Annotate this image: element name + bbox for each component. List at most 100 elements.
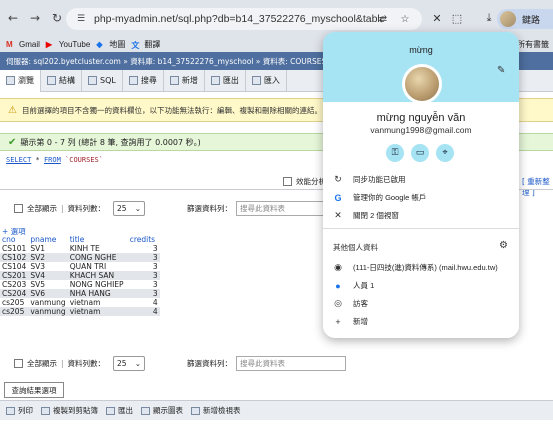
download-icon[interactable]: ⤓ [482,11,496,25]
cell: CS101 [0,244,29,253]
extensions-icon[interactable]: ⬚ [450,11,464,25]
rows-select[interactable]: 25 ⌄ [113,201,146,216]
cell: CS201 [0,271,29,280]
profile-item[interactable]: ◉ (111-日四技(進)資料傳系) (mail.hwu.edu.tw) [333,262,498,273]
tab-browse[interactable]: 瀏覽 [0,69,41,92]
export-button[interactable]: 匯出 [106,405,133,416]
bookmark-maps[interactable]: ◆ 地圖 [96,39,125,50]
manage-account-item[interactable]: G 管理你的 Google 帳戶 [333,192,426,203]
payment-card-icon[interactable]: ▭ [411,144,429,162]
tab-export[interactable]: 匯出 [205,69,246,92]
rows-select[interactable]: 25 ⌄ [113,356,146,371]
gear-icon[interactable]: ⚙ [499,240,508,251]
browse-icon [6,76,15,85]
cell: NONG NGHIEP [67,280,128,289]
tab-import[interactable]: 匯入 [246,69,287,92]
column-header[interactable]: credits [127,235,160,244]
translate-icon: 文 [131,40,140,50]
query-results-operations[interactable]: 查詢結果選項 [4,382,64,398]
column-header[interactable]: pname [28,235,68,244]
cell: cs205 [0,298,29,307]
cell: QUAN TRI [67,262,128,271]
bookmark-youtube[interactable]: ▶ YouTube [46,40,90,49]
show-all-checkbox[interactable] [14,204,23,213]
tab-sql[interactable]: SQL [82,69,123,92]
profile-popup: mừng ✎ mừng nguyễn văn vanmung1998@gmail… [323,32,519,338]
bookmark-label: Gmail [19,39,40,49]
reload-icon[interactable]: ↻ [48,9,66,27]
print-button[interactable]: 列印 [6,405,33,416]
sql-keyword[interactable]: FROM [44,156,61,164]
cell: SV5 [28,280,68,289]
cell: 3 [127,244,160,253]
divider: | [61,204,64,213]
tab-label: 搜尋 [140,76,157,85]
rows-value: 25 [117,204,127,213]
cell: SV1 [28,244,68,253]
tab-label: 匯入 [263,76,280,85]
cell: 3 [127,289,160,298]
cell: SV4 [28,271,68,280]
sql-keyword[interactable]: SELECT [6,156,31,164]
table-header: cno pname title credits [0,235,160,244]
column-header[interactable]: title [67,235,128,244]
edit-pencil-icon[interactable]: ✎ [497,65,505,76]
cell: 4 [127,298,160,307]
divider [323,228,519,229]
op-label: 列印 [18,406,33,415]
profile-button[interactable]: 鍵路 [497,9,553,29]
profiling-checkbox[interactable] [283,177,292,186]
address-bar[interactable]: ☰ php-myadmin.net/sql.php?db=b14_3752227… [66,8,422,30]
close-windows-item[interactable]: ✕ 關閉 2 個視窗 [333,210,399,221]
cell: vanmung [28,307,68,316]
avatar [500,11,516,27]
create-view-button[interactable]: 新增檢視表 [191,405,241,416]
tab-label: 瀏覽 [18,76,34,85]
close-windows-label: 關閉 2 個視窗 [353,211,399,220]
op-label: 複製到剪貼簿 [53,406,98,415]
add-profile-item[interactable]: + 新增 [333,316,368,327]
copy-clipboard-button[interactable]: 複製到剪貼簿 [41,405,98,416]
chevron-down-icon: ⌄ [134,204,142,213]
bookmark-gmail[interactable]: M Gmail [6,40,40,49]
extension-x-icon[interactable]: ✕ [430,11,444,25]
export-icon [106,406,115,415]
key-icon[interactable]: ⚿ [386,144,404,162]
url-text[interactable]: php-myadmin.net/sql.php?db=b14_37522276_… [94,13,384,25]
display-chart-button[interactable]: 顯示圖表 [141,405,183,416]
clipboard-icon [41,406,50,415]
cell: 3 [127,253,160,262]
bookmark-star-icon[interactable]: ☆ [398,12,412,26]
translate-icon[interactable]: ⇄ [376,12,390,26]
refresh-link[interactable]: [ 重新整理 ] [522,176,553,198]
back-icon[interactable]: ← [4,9,22,27]
forward-icon[interactable]: → [26,9,44,27]
cell: 3 [127,280,160,289]
table-controls-top: 全部顯示 | 資料列數： 25 ⌄ 篩選資料列： 搜尋此資料表 [14,201,347,216]
print-icon [6,406,15,415]
profile-item-label: 人員 1 [353,281,375,290]
cell: cs205 [0,307,29,316]
column-header[interactable]: cno [0,235,29,244]
show-all-checkbox[interactable] [14,359,23,368]
tab-label: 新增 [181,76,198,85]
cell: SV3 [28,262,68,271]
location-pin-icon[interactable]: ⌖ [436,144,454,162]
profile-item[interactable]: ◎ 訪客 [333,298,368,309]
tab-search[interactable]: 搜尋 [123,69,164,92]
profiling-label: 效能分析 [296,177,326,186]
all-bookmarks[interactable]: 所有書籤 [517,39,549,50]
profiling-toggle[interactable]: 效能分析 [283,176,326,187]
profile-item[interactable]: ● 人員 1 [333,280,374,291]
profile-name: mừng nguyễn văn [376,112,466,124]
cell: CS102 [0,253,29,262]
results-operations-bar: 列印 複製到剪貼簿 匯出 顯示圖表 新增檢視表 [0,400,553,420]
sync-item[interactable]: ↻ 同步功能已啟用 [333,174,406,185]
table-row: CS104 SV3 QUAN TRI 3 [0,262,160,271]
sync-label: 同步功能已啟用 [353,175,406,184]
site-info-icon[interactable]: ☰ [74,12,88,26]
filter-input[interactable]: 搜尋此資料表 [236,356,347,371]
tab-insert[interactable]: 新增 [164,69,205,92]
tab-structure[interactable]: 結構 [41,69,82,92]
bookmark-translate[interactable]: 文翻譯 [131,39,160,50]
